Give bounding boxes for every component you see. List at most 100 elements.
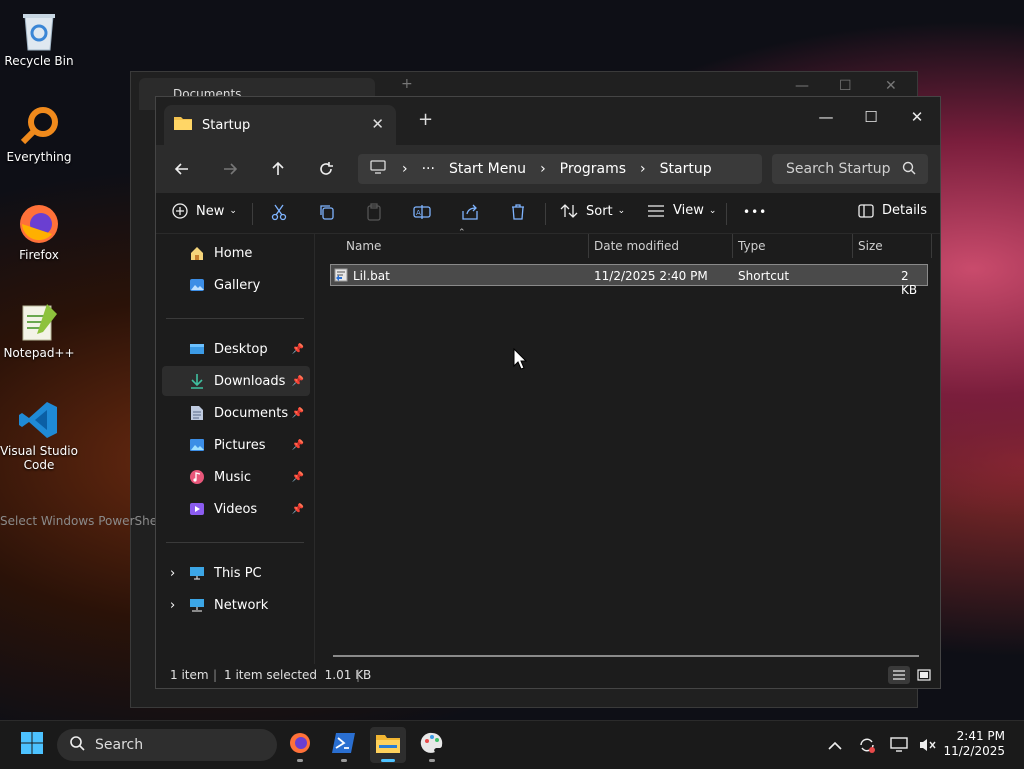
delete-button[interactable] — [509, 203, 527, 221]
close-button[interactable]: ✕ — [895, 103, 939, 131]
rename-icon: A — [413, 203, 431, 221]
new-tab-button[interactable]: + — [418, 109, 433, 130]
sidebar-item-documents[interactable]: Documents 📌 — [162, 398, 310, 428]
taskbar-file-explorer[interactable] — [370, 727, 406, 763]
minimize-button[interactable]: — — [795, 78, 809, 94]
gallery-icon — [188, 277, 206, 293]
breadcrumb-item[interactable]: Programs — [560, 161, 626, 177]
chevron-right-icon: › — [170, 565, 176, 581]
new-tab-button[interactable]: + — [401, 76, 413, 92]
file-date-modified: 11/2/2025 2:40 PM — [594, 269, 708, 283]
search-icon — [69, 735, 85, 755]
column-divider — [931, 234, 932, 258]
navigation-pane: Home Gallery Desktop 📌 Downloads 📌 Docum… — [156, 234, 315, 664]
breadcrumb-overflow[interactable]: ··· — [422, 161, 435, 177]
file-explorer-window[interactable]: Startup ✕ + — ☐ ✕ › ··· Start Menu › Pro — [155, 96, 941, 689]
refresh-icon[interactable] — [312, 155, 340, 183]
notepadpp-icon — [17, 300, 61, 344]
sidebar-item-videos[interactable]: Videos 📌 — [162, 494, 310, 524]
column-header-date-modified[interactable]: Date modified — [594, 234, 679, 258]
firefox-icon — [17, 202, 61, 246]
breadcrumb-item[interactable]: Startup — [660, 161, 712, 177]
chevron-down-icon: ⌄ — [229, 206, 237, 216]
minimize-button[interactable]: — — [804, 103, 848, 131]
chevron-down-icon: ⌄ — [617, 206, 626, 216]
address-bar[interactable]: › ··· Start Menu › Programs › Startup — [358, 154, 762, 184]
sync-status-icon[interactable] — [852, 727, 882, 763]
paste-button[interactable] — [365, 203, 383, 221]
svg-text:A: A — [416, 209, 421, 217]
forward-arrow-icon[interactable] — [216, 155, 244, 183]
chevron-right-icon: › — [170, 597, 176, 613]
column-divider — [588, 234, 589, 258]
taskbar-paint[interactable] — [414, 727, 450, 763]
file-list[interactable]: ⌃ Name Date modified Type Size Lil.bat 1… — [315, 228, 940, 664]
desktop-icon-label: Visual Studio Code — [0, 444, 78, 472]
details-pane-button[interactable]: Details — [858, 203, 927, 218]
details-pane-icon — [858, 203, 874, 218]
new-button[interactable]: New ⌄ — [172, 203, 237, 219]
desktop-icon-notepadpp[interactable]: Notepad++ — [0, 300, 78, 360]
videos-icon — [188, 501, 206, 517]
details-view-icon[interactable] — [888, 666, 910, 684]
chevron-right-icon: › — [640, 161, 646, 177]
desktop-icon-recycle-bin[interactable]: Recycle Bin — [0, 8, 78, 68]
view-button[interactable]: View ⌄ — [647, 203, 716, 218]
sidebar-item-label: Pictures — [214, 437, 266, 453]
sidebar-item-downloads[interactable]: Downloads 📌 — [162, 366, 310, 396]
sidebar-item-network[interactable]: › Network — [162, 590, 310, 620]
column-header-type[interactable]: Type — [738, 234, 766, 258]
desktop-icon-firefox[interactable]: Firefox — [0, 202, 78, 262]
sidebar-item-gallery[interactable]: Gallery — [162, 270, 310, 300]
sidebar-item-home[interactable]: Home — [162, 238, 310, 268]
table-row[interactable]: Lil.bat 11/2/2025 2:40 PM Shortcut 2 KB — [330, 264, 928, 297]
desktop-icon-vscode[interactable]: Visual Studio Code — [0, 398, 78, 472]
file-name: Lil.bat — [353, 269, 390, 283]
maximize-button[interactable]: ☐ — [839, 78, 852, 94]
sidebar-item-label: Downloads — [214, 373, 286, 389]
sidebar-item-music[interactable]: Music 📌 — [162, 462, 310, 492]
volume-muted-icon[interactable] — [912, 727, 942, 763]
horizontal-scrollbar[interactable] — [333, 655, 919, 657]
network-status-icon[interactable] — [884, 727, 914, 763]
more-options-button[interactable]: ••• — [743, 205, 767, 219]
file-size: 2 KB — [901, 269, 918, 297]
tab-startup[interactable]: Startup ✕ — [164, 105, 396, 145]
active-indicator — [381, 759, 395, 762]
start-button[interactable] — [14, 727, 50, 763]
sidebar-item-desktop[interactable]: Desktop 📌 — [162, 334, 310, 364]
back-arrow-icon[interactable] — [168, 155, 196, 183]
status-bar: 1 item | 1 item selected 1.01 KB | — [156, 664, 940, 688]
up-arrow-icon[interactable] — [264, 155, 292, 183]
chevron-right-icon: › — [402, 161, 408, 177]
plus-circle-icon — [172, 203, 188, 219]
system-clock[interactable]: 2:41 PM 11/2/2025 — [943, 729, 1005, 759]
pin-icon: 📌 — [291, 343, 304, 355]
share-button[interactable] — [461, 203, 479, 221]
taskbar-search[interactable]: Search — [57, 729, 277, 761]
show-hidden-icons-button[interactable] — [820, 727, 850, 763]
desktop-icon-label: Recycle Bin — [4, 54, 74, 68]
sidebar-item-pictures[interactable]: Pictures 📌 — [162, 430, 310, 460]
sidebar-item-this-pc[interactable]: › This PC — [162, 558, 310, 588]
paint-icon — [420, 731, 444, 759]
sort-button[interactable]: Sort ⌄ — [560, 203, 625, 219]
large-icons-view-icon[interactable] — [914, 666, 934, 684]
column-header-size[interactable]: Size — [858, 234, 883, 258]
column-header-name[interactable]: Name — [346, 234, 381, 258]
taskbar-powershell[interactable] — [326, 727, 362, 763]
search-input[interactable]: Search Startup — [772, 154, 928, 184]
desktop-icon-everything[interactable]: Everything — [0, 104, 78, 164]
toolbar-divider — [252, 203, 253, 225]
folder-icon — [174, 116, 192, 134]
close-button[interactable]: ✕ — [885, 78, 897, 94]
paste-icon — [365, 203, 383, 221]
breadcrumb-item[interactable]: Start Menu — [449, 161, 526, 177]
tab-close-icon[interactable]: ✕ — [371, 115, 384, 133]
copy-button[interactable] — [318, 203, 336, 221]
maximize-button[interactable]: ☐ — [849, 103, 893, 131]
taskbar-firefox[interactable] — [282, 727, 318, 763]
monitor-icon — [370, 160, 386, 178]
rename-button[interactable]: A — [413, 203, 431, 221]
cut-button[interactable] — [270, 203, 288, 221]
